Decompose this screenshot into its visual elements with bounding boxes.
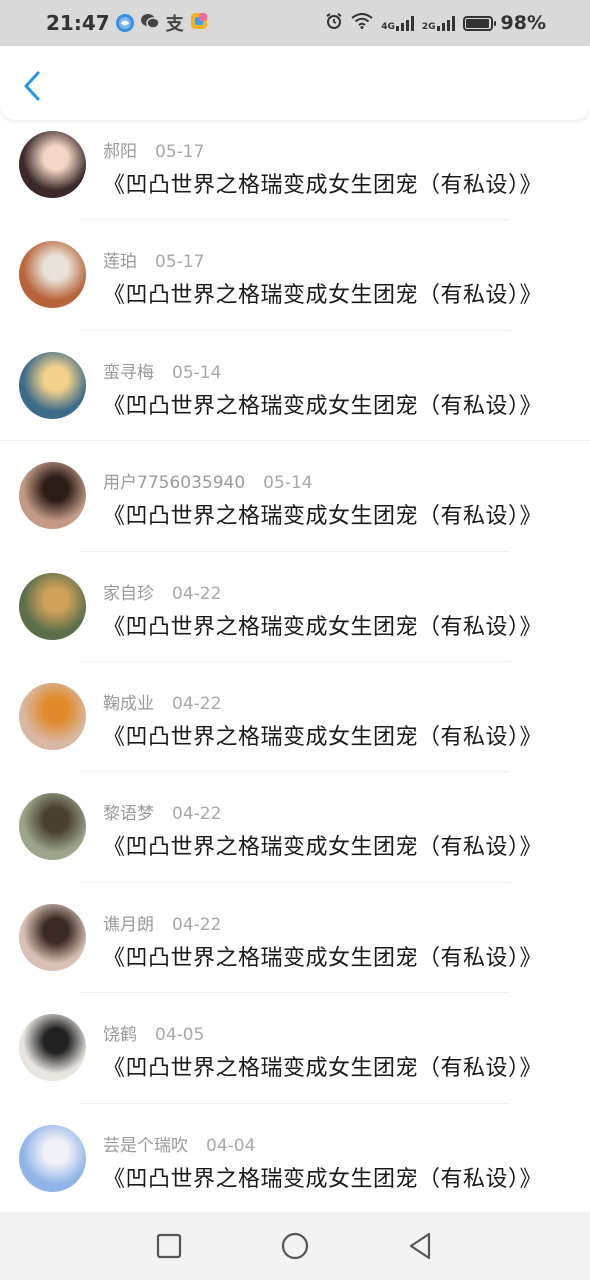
book-title[interactable]: 《凹凸世界之格瑞变成女生团宠（有私设）》 <box>103 1161 542 1193</box>
comment-row[interactable]: 鞠成业 04-22 《凹凸世界之格瑞变成女生团宠（有私设）》 <box>0 662 590 773</box>
book-title[interactable]: 《凹凸世界之格瑞变成女生团宠（有私设）》 <box>103 940 542 972</box>
status-time: 21:47 <box>46 11 110 35</box>
book-title[interactable]: 《凹凸世界之格瑞变成女生团宠（有私设）》 <box>103 719 542 751</box>
comment-row[interactable]: 谯月朗 04-22 《凹凸世界之格瑞变成女生团宠（有私设）》 <box>0 883 590 994</box>
comment-date: 04-22 <box>172 693 222 714</box>
book-title[interactable]: 《凹凸世界之格瑞变成女生团宠（有私设）》 <box>103 1050 542 1082</box>
network-2g-label: 2G <box>421 22 436 32</box>
username[interactable]: 黎语梦 <box>103 804 154 824</box>
book-title[interactable]: 《凹凸世界之格瑞变成女生团宠（有私设）》 <box>103 498 542 530</box>
comment-list: 郝阳 05-17 《凹凸世界之格瑞变成女生团宠（有私设）》 莲珀 05-17 《凹凸世界之… <box>0 110 590 1214</box>
username[interactable]: 芸是个瑞吹 <box>103 1136 188 1156</box>
comment-meta: 芸是个瑞吹 04-04 <box>103 1131 255 1156</box>
avatar[interactable] <box>19 682 86 750</box>
home-button[interactable] <box>279 1230 311 1262</box>
comment-row[interactable]: 黎语梦 04-22 《凹凸世界之格瑞变成女生团宠（有私设）》 <box>0 772 590 883</box>
username[interactable]: 鞠成业 <box>103 694 154 714</box>
comment-row[interactable]: 郝阳 05-17 《凹凸世界之格瑞变成女生团宠（有私设）》 <box>0 110 590 221</box>
wechat-icon <box>140 12 160 34</box>
top-nav-header <box>0 46 590 120</box>
chevron-left-icon <box>24 71 40 101</box>
book-title[interactable]: 《凹凸世界之格瑞变成女生团宠（有私设）》 <box>103 167 542 199</box>
browser-icon <box>115 14 134 32</box>
signal-2g: 2G <box>421 15 455 32</box>
avatar[interactable] <box>19 241 86 309</box>
system-status: 4G 2G 98% <box>325 12 546 34</box>
comment-row[interactable]: 饶鹤 04-05 《凹凸世界之格瑞变成女生团宠（有私设）》 <box>0 993 590 1104</box>
username[interactable]: 蛮寻梅 <box>103 363 154 383</box>
comment-date: 04-22 <box>172 583 222 604</box>
avatar[interactable] <box>19 462 86 530</box>
comment-meta: 黎语梦 04-22 <box>103 799 221 824</box>
comment-meta: 用户7756035940 05-14 <box>103 468 313 493</box>
network-4g-label: 4G <box>381 22 395 32</box>
back-button[interactable] <box>16 66 48 106</box>
username[interactable]: 莲珀 <box>103 252 137 272</box>
avatar[interactable] <box>19 572 86 640</box>
avatar[interactable] <box>19 131 86 198</box>
avatar[interactable] <box>19 793 86 861</box>
book-title[interactable]: 《凹凸世界之格瑞变成女生团宠（有私设）》 <box>103 277 542 309</box>
triangle-back-icon <box>409 1232 431 1260</box>
comment-meta: 鞠成业 04-22 <box>103 689 221 714</box>
comment-meta: 饶鹤 04-05 <box>103 1020 204 1045</box>
alipay-icon: 支 <box>165 14 184 35</box>
comment-date: 04-22 <box>172 804 222 825</box>
status-bar: 21:47 支 4G 2G 98% <box>0 0 590 46</box>
wifi-icon <box>351 13 373 33</box>
comment-meta: 莲珀 05-17 <box>103 247 204 272</box>
back-nav-button[interactable] <box>404 1230 436 1262</box>
avatar[interactable] <box>19 1124 86 1192</box>
alarm-icon <box>325 12 343 34</box>
square-icon <box>156 1233 182 1259</box>
signal-bars-icon <box>436 15 455 31</box>
book-title[interactable]: 《凹凸世界之格瑞变成女生团宠（有私设）》 <box>103 609 542 641</box>
comment-date: 04-22 <box>172 914 222 935</box>
comment-row[interactable]: 芸是个瑞吹 04-04 《凹凸世界之格瑞变成女生团宠（有私设）》 <box>0 1104 590 1214</box>
username[interactable]: 谯月朗 <box>103 915 154 935</box>
username[interactable]: 饶鹤 <box>103 1025 137 1045</box>
battery-icon <box>462 15 496 31</box>
comment-row[interactable]: 蛮寻梅 05-14 《凹凸世界之格瑞变成女生团宠（有私设）》 <box>0 331 590 442</box>
comment-row[interactable]: 用户7756035940 05-14 《凹凸世界之格瑞变成女生团宠（有私设）》 <box>0 441 590 552</box>
username[interactable]: 用户7756035940 <box>103 473 245 493</box>
signal-bars-icon <box>395 15 414 31</box>
username[interactable]: 家自珍 <box>103 584 154 604</box>
battery-percent: 98% <box>500 12 546 34</box>
avatar[interactable] <box>19 1014 86 1082</box>
comment-row[interactable]: 家自珍 04-22 《凹凸世界之格瑞变成女生团宠（有私设）》 <box>0 552 590 662</box>
username[interactable]: 郝阳 <box>103 142 137 162</box>
avatar[interactable] <box>19 903 86 971</box>
comment-row[interactable]: 莲珀 05-17 《凹凸世界之格瑞变成女生团宠（有私设）》 <box>0 220 590 331</box>
comment-meta: 谯月朗 04-22 <box>103 910 221 935</box>
recent-apps-button[interactable] <box>153 1230 185 1262</box>
comment-date: 05-17 <box>155 142 205 162</box>
signal-4g: 4G <box>381 15 414 32</box>
comment-date: 05-17 <box>155 252 205 273</box>
book-title[interactable]: 《凹凸世界之格瑞变成女生团宠（有私设）》 <box>103 388 542 420</box>
app-store-icon <box>190 12 208 34</box>
comment-date: 04-05 <box>155 1025 205 1046</box>
comment-date: 05-14 <box>172 362 222 383</box>
comment-meta: 郝阳 05-17 <box>103 137 204 162</box>
comment-date: 04-04 <box>206 1135 256 1156</box>
notification-icons: 支 <box>115 10 208 36</box>
avatar[interactable] <box>19 351 86 419</box>
comment-meta: 家自珍 04-22 <box>103 579 221 604</box>
circle-icon <box>281 1232 309 1260</box>
comment-date: 05-14 <box>263 473 313 494</box>
system-nav-bar <box>0 1212 590 1280</box>
comment-meta: 蛮寻梅 05-14 <box>103 358 221 383</box>
book-title[interactable]: 《凹凸世界之格瑞变成女生团宠（有私设）》 <box>103 829 542 861</box>
